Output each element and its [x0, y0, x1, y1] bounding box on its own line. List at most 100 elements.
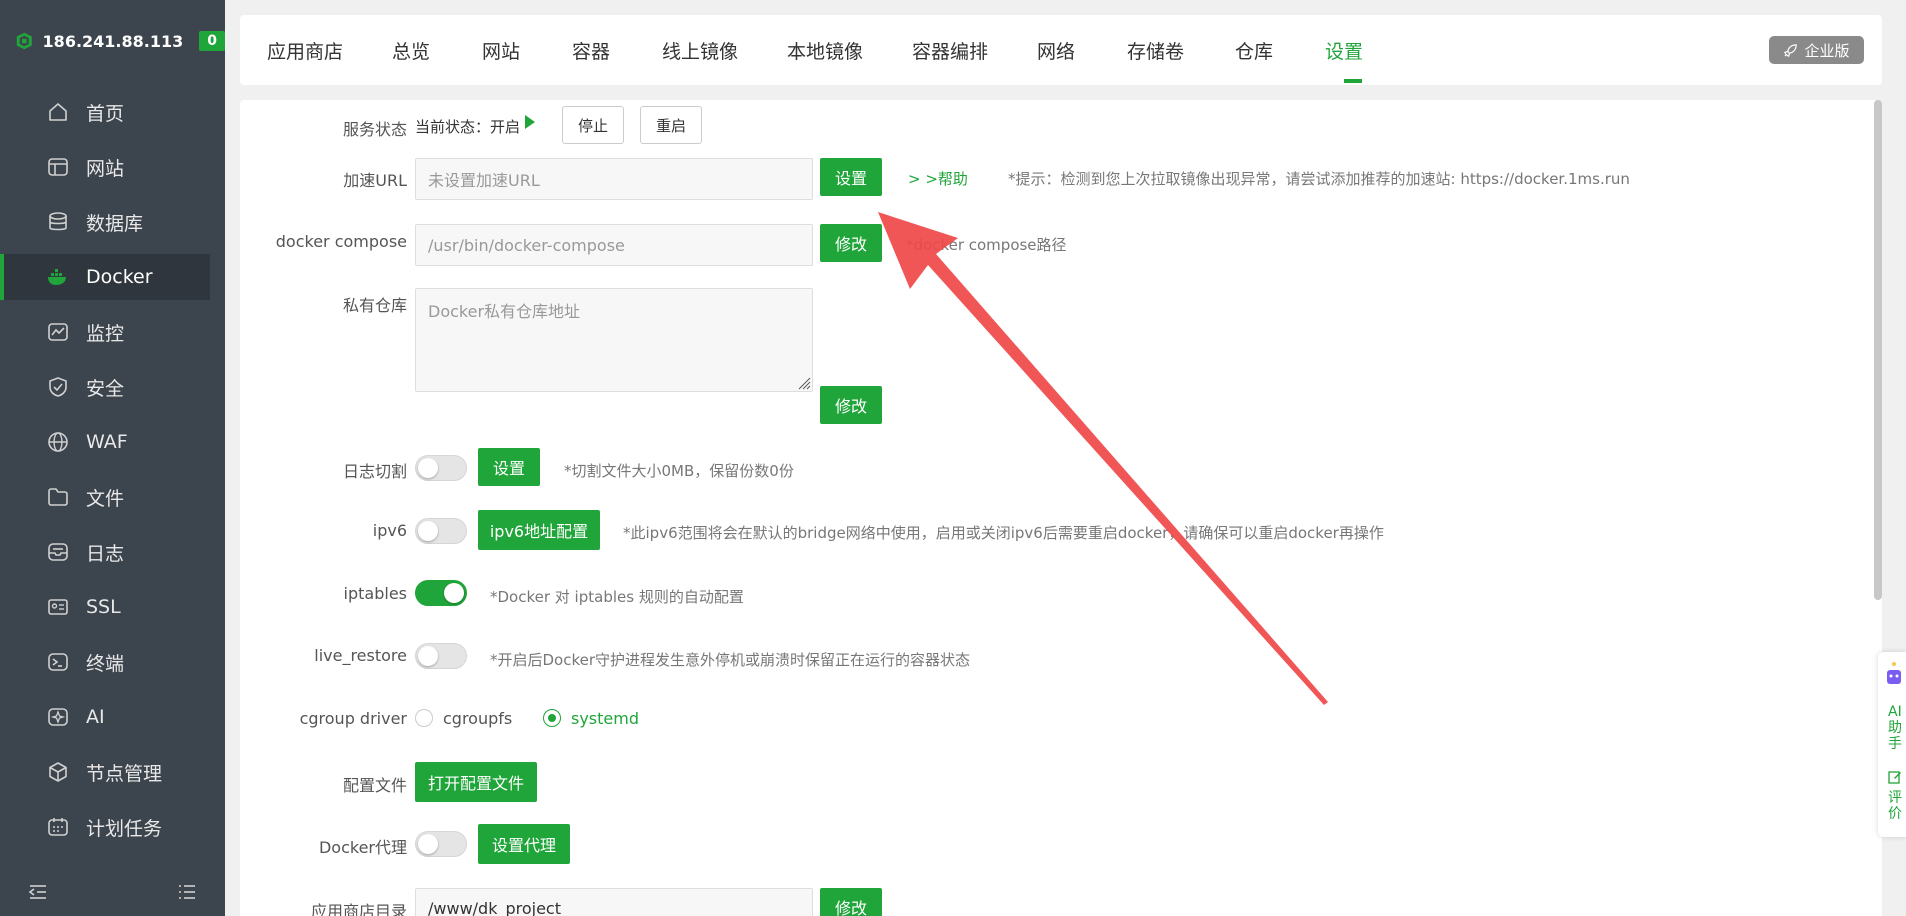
- scrollbar[interactable]: [1874, 100, 1882, 600]
- systemd-option-label[interactable]: systemd: [571, 709, 639, 728]
- collapse-sidebar-icon[interactable]: [28, 882, 48, 902]
- cgroupfs-option-label[interactable]: cgroupfs: [443, 709, 512, 728]
- robot-icon: [1887, 662, 1901, 684]
- database-icon: [46, 210, 70, 234]
- tab-network[interactable]: 网络: [1037, 37, 1075, 64]
- sidebar-item-nodes[interactable]: 节点管理: [0, 749, 210, 795]
- iptables-toggle[interactable]: [415, 580, 467, 606]
- globe-icon: [46, 430, 70, 454]
- compose-label: docker compose: [275, 232, 407, 251]
- sidebar-item-label: AI: [86, 706, 105, 728]
- help-link[interactable]: > >帮助: [908, 168, 968, 189]
- settings-panel: 服务状态 当前状态：开启 停止 重启 加速URL 未设置加速URL 设置 > >…: [240, 100, 1882, 916]
- sidebar-item-label: 文件: [86, 487, 125, 510]
- sidebar-header: 186.241.88.113 0: [0, 0, 225, 82]
- service-status-label: 服务状态: [342, 120, 407, 139]
- sidebar-item-ssl[interactable]: SSL: [0, 584, 210, 630]
- tab-settings[interactable]: 设置: [1325, 37, 1363, 64]
- toggle-knob: [444, 583, 464, 603]
- accel-url-input[interactable]: 未设置加速URL: [415, 158, 813, 200]
- ai-helper-label: AI助手: [1888, 704, 1902, 752]
- sidebar-item-label: 日志: [86, 542, 125, 565]
- toggle-knob: [418, 646, 438, 666]
- restart-button[interactable]: 重启: [640, 106, 702, 144]
- accel-url-set-button[interactable]: 设置: [820, 158, 882, 196]
- sidebar-item-security[interactable]: 安全: [0, 364, 210, 410]
- calendar-icon: [46, 815, 70, 839]
- app-dir-edit-button[interactable]: 修改: [820, 888, 882, 916]
- resize-handle-icon[interactable]: [797, 376, 811, 390]
- ai-icon: [46, 705, 70, 729]
- toggle-knob: [418, 834, 438, 854]
- sidebar-item-label: 监控: [86, 322, 125, 345]
- sidebar-item-terminal[interactable]: 终端: [0, 639, 210, 685]
- compose-edit-button[interactable]: 修改: [820, 224, 882, 262]
- tab-local-images[interactable]: 本地镜像: [787, 37, 863, 64]
- tab-overview[interactable]: 总览: [392, 37, 430, 64]
- cgroupfs-radio[interactable]: [415, 709, 433, 727]
- tab-bar: 应用商店 总览 网站 容器 线上镜像 本地镜像 容器编排 网络 存储卷 仓库 设…: [240, 15, 1882, 85]
- log-cut-hint: *切割文件大小0MB，保留份数0份: [564, 462, 794, 480]
- shield-icon: [46, 375, 70, 399]
- ipv6-config-button[interactable]: ipv6地址配置: [478, 510, 600, 550]
- registry-textarea[interactable]: Docker私有仓库地址: [415, 288, 813, 392]
- sidebar-item-database[interactable]: 数据库: [0, 199, 210, 245]
- enterprise-button[interactable]: 企业版: [1769, 36, 1864, 64]
- ssl-icon: [46, 595, 70, 619]
- open-config-button[interactable]: 打开配置文件: [415, 762, 537, 802]
- log-icon: [46, 540, 70, 564]
- menu-list-icon[interactable]: [177, 882, 197, 902]
- sidebar-item-files[interactable]: 文件: [0, 474, 210, 520]
- sidebar-item-home[interactable]: 首页: [0, 89, 210, 135]
- tab-website[interactable]: 网站: [482, 37, 520, 64]
- tab-containers[interactable]: 容器: [572, 37, 610, 64]
- tab-app-store[interactable]: 应用商店: [267, 37, 343, 64]
- tab-registry[interactable]: 仓库: [1235, 37, 1273, 64]
- compose-path-input[interactable]: /usr/bin/docker-compose: [415, 224, 813, 266]
- enterprise-label: 企业版: [1804, 41, 1850, 60]
- ai-helper-widget[interactable]: AI助手 评价: [1878, 652, 1906, 837]
- notification-badge[interactable]: 0: [199, 31, 225, 51]
- rocket-icon: [1784, 43, 1798, 57]
- sidebar-item-cron[interactable]: 计划任务: [0, 804, 210, 850]
- app-dir-label: 应用商店目录: [310, 902, 407, 916]
- registry-edit-button[interactable]: 修改: [820, 386, 882, 424]
- systemd-radio[interactable]: [543, 709, 561, 727]
- cgroup-label: cgroup driver: [299, 709, 407, 728]
- sidebar-item-label: 安全: [86, 377, 125, 400]
- set-proxy-button[interactable]: 设置代理: [478, 824, 570, 864]
- log-cut-set-button[interactable]: 设置: [478, 448, 540, 486]
- folder-icon: [46, 485, 70, 509]
- sidebar-item-label: 数据库: [86, 212, 144, 235]
- sidebar-item-website[interactable]: 网站: [0, 144, 210, 190]
- sidebar-item-label: 网站: [86, 157, 125, 180]
- tab-online-images[interactable]: 线上镜像: [662, 37, 738, 64]
- proxy-toggle[interactable]: [415, 831, 467, 857]
- sidebar-item-ai[interactable]: AI: [0, 694, 210, 740]
- sidebar-footer: [0, 868, 225, 916]
- ipv6-label: ipv6: [372, 521, 407, 540]
- sidebar-item-monitor[interactable]: 监控: [0, 309, 210, 355]
- config-file-label: 配置文件: [342, 776, 407, 795]
- toggle-knob: [418, 458, 438, 478]
- accel-url-label: 加速URL: [343, 171, 407, 190]
- stop-button[interactable]: 停止: [562, 106, 624, 144]
- server-logo-icon: [16, 32, 32, 50]
- tab-compose[interactable]: 容器编排: [912, 37, 988, 64]
- tab-volumes[interactable]: 存储卷: [1127, 37, 1184, 64]
- app-dir-input[interactable]: /www/dk_project: [415, 888, 813, 916]
- sidebar-item-label: Docker: [86, 266, 153, 288]
- sidebar-item-logs[interactable]: 日志: [0, 529, 210, 575]
- website-icon: [46, 155, 70, 179]
- sidebar-item-waf[interactable]: WAF: [0, 419, 210, 465]
- sidebar-item-docker[interactable]: Docker: [0, 254, 210, 300]
- active-tab-indicator: [1344, 79, 1362, 83]
- log-cut-toggle[interactable]: [415, 455, 467, 481]
- docker-icon: [46, 265, 70, 289]
- live-restore-label: live_restore: [314, 646, 407, 665]
- accel-url-hint: *提示：检测到您上次拉取镜像出现异常，请尝试添加推荐的加速站: https://…: [1008, 170, 1630, 188]
- ipv6-toggle[interactable]: [415, 518, 467, 544]
- live-restore-toggle[interactable]: [415, 643, 467, 669]
- sidebar-item-label: 节点管理: [86, 762, 163, 785]
- node-icon: [46, 760, 70, 784]
